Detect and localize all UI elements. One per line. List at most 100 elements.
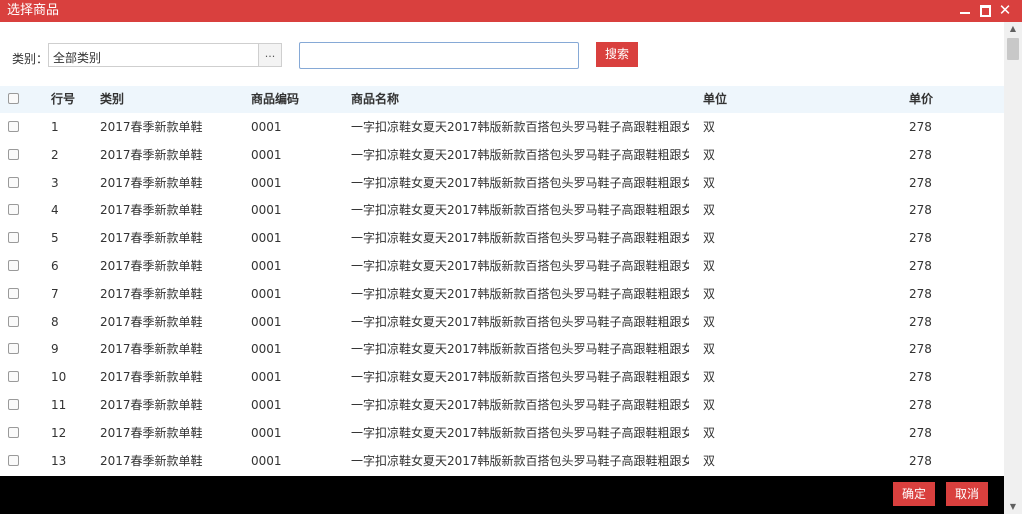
maximize-icon[interactable] bbox=[978, 3, 992, 17]
unit-cell: 双 bbox=[703, 314, 716, 329]
unit-price-cell: 278 bbox=[909, 259, 932, 273]
row-checkbox[interactable] bbox=[8, 425, 19, 438]
table-row[interactable]: 7 2017春季新款单鞋 0001 一字扣凉鞋女夏天2017韩版新款百搭包头罗马鞋子高… bbox=[0, 280, 1004, 308]
product-name-cell: 一字扣凉鞋女夏天2017韩版新款百搭包头罗马鞋子高跟鞋粗跟女鞋 3 bbox=[351, 425, 689, 440]
dialog-title: 选择商品 bbox=[7, 3, 60, 18]
row-checkbox[interactable] bbox=[8, 453, 19, 466]
unit-price-cell: 278 bbox=[909, 203, 932, 218]
column-header-category: 类别 bbox=[100, 92, 125, 106]
category-cell: 2017春季新款单鞋 bbox=[100, 231, 203, 246]
row-checkbox[interactable] bbox=[8, 202, 19, 216]
checkbox-icon bbox=[8, 232, 19, 244]
product-code-cell: 0001 bbox=[251, 398, 282, 412]
category-cell: 2017春季新款单鞋 bbox=[100, 398, 203, 412]
category-cell: 2017春季新款单鞋 bbox=[100, 286, 203, 301]
product-code-cell: 0001 bbox=[251, 370, 282, 385]
product-name-cell: 一字扣凉鞋女夏天2017韩版新款百搭包头罗马鞋子高跟鞋粗跟女鞋 3 bbox=[351, 175, 689, 190]
table-row[interactable]: 4 2017春季新款单鞋 0001 一字扣凉鞋女夏天2017韩版新款百搭包头罗马鞋子高… bbox=[0, 196, 1004, 224]
table-row[interactable]: 10 2017春季新款单鞋 0001 一字扣凉鞋女夏天2017韩版新款百搭包头罗马鞋子… bbox=[0, 363, 1004, 391]
search-input[interactable] bbox=[299, 42, 579, 69]
minimize-icon[interactable] bbox=[958, 3, 972, 17]
product-name-cell: 一字扣凉鞋女夏天2017韩版新款百搭包头罗马鞋子高跟鞋粗跟女鞋 3 bbox=[351, 342, 689, 357]
scrollbar-thumb[interactable] bbox=[1007, 38, 1019, 60]
unit-cell: 双 bbox=[703, 147, 716, 162]
product-code-cell: 0001 bbox=[251, 425, 282, 440]
row-checkbox[interactable] bbox=[8, 341, 19, 355]
category-select[interactable]: 全部类别 ... bbox=[48, 43, 282, 67]
scroll-up-arrow-icon[interactable]: ▲ bbox=[1004, 22, 1022, 36]
row-checkbox[interactable] bbox=[8, 314, 19, 327]
table-row[interactable]: 3 2017春季新款单鞋 0001 一字扣凉鞋女夏天2017韩版新款百搭包头罗马鞋子高… bbox=[0, 169, 1004, 197]
row-number-cell: 9 bbox=[51, 342, 59, 357]
category-cell: 2017春季新款单鞋 bbox=[100, 147, 203, 162]
product-name-cell: 一字扣凉鞋女夏天2017韩版新款百搭包头罗马鞋子高跟鞋粗跟女鞋 3 bbox=[351, 147, 689, 162]
unit-cell: 双 bbox=[703, 342, 716, 357]
column-header-product-code: 商品编码 bbox=[251, 92, 300, 106]
category-picker-button[interactable]: ... bbox=[258, 44, 281, 66]
table-row[interactable]: 1 2017春季新款单鞋 0001 一字扣凉鞋女夏天2017韩版新款百搭包头罗马鞋子高… bbox=[0, 113, 1004, 141]
row-checkbox[interactable] bbox=[8, 369, 19, 383]
column-header-unit-price: 单价 bbox=[909, 92, 934, 106]
unit-price-cell: 278 bbox=[909, 147, 932, 162]
close-icon[interactable]: ✕ bbox=[998, 3, 1012, 18]
row-checkbox[interactable] bbox=[8, 258, 19, 271]
product-code-cell: 0001 bbox=[251, 286, 282, 301]
row-number-cell: 13 bbox=[51, 453, 67, 468]
checkbox-icon bbox=[8, 399, 19, 410]
row-number-cell: 7 bbox=[51, 286, 59, 301]
table-header: 行号 类别 商品编码 商品名称 单位 单价 bbox=[0, 86, 1004, 113]
cancel-button[interactable]: 取消 bbox=[946, 482, 988, 506]
checkbox-icon bbox=[8, 371, 19, 383]
row-checkbox[interactable] bbox=[8, 286, 19, 299]
category-cell: 2017春季新款单鞋 bbox=[100, 203, 203, 218]
row-number-cell: 6 bbox=[51, 259, 59, 273]
row-checkbox[interactable] bbox=[8, 397, 19, 410]
row-number-cell: 8 bbox=[51, 314, 59, 329]
product-name-cell: 一字扣凉鞋女夏天2017韩版新款百搭包头罗马鞋子高跟鞋粗跟女鞋 3 bbox=[351, 120, 689, 134]
row-number-cell: 12 bbox=[51, 425, 67, 440]
row-checkbox[interactable] bbox=[8, 230, 19, 244]
table-row[interactable]: 13 2017春季新款单鞋 0001 一字扣凉鞋女夏天2017韩版新款百搭包头罗马鞋子… bbox=[0, 447, 1004, 475]
category-cell: 2017春季新款单鞋 bbox=[100, 314, 203, 329]
dialog-content: 类别： 全部类别 ... 搜索 行号 类别 商品编码 商品名称 单位 单价 12… bbox=[0, 22, 1004, 476]
unit-price-cell: 278 bbox=[909, 425, 932, 440]
category-cell: 2017春季新款单鞋 bbox=[100, 342, 203, 357]
checkbox-icon bbox=[8, 121, 19, 132]
scroll-down-arrow-icon[interactable]: ▼ bbox=[1004, 500, 1022, 514]
product-name-cell: 一字扣凉鞋女夏天2017韩版新款百搭包头罗马鞋子高跟鞋粗跟女鞋 3 bbox=[351, 314, 689, 329]
product-name-cell: 一字扣凉鞋女夏天2017韩版新款百搭包头罗马鞋子高跟鞋粗跟女鞋 3 bbox=[351, 370, 689, 385]
table-row[interactable]: 11 2017春季新款单鞋 0001 一字扣凉鞋女夏天2017韩版新款百搭包头罗马鞋子… bbox=[0, 391, 1004, 419]
column-header-row-number: 行号 bbox=[51, 92, 76, 106]
row-checkbox[interactable] bbox=[8, 147, 19, 160]
select-all-checkbox[interactable] bbox=[8, 91, 19, 104]
product-code-cell: 0001 bbox=[251, 147, 282, 162]
row-number-cell: 11 bbox=[51, 398, 67, 412]
unit-cell: 双 bbox=[703, 425, 716, 440]
search-button[interactable]: 搜索 bbox=[596, 42, 638, 67]
product-code-cell: 0001 bbox=[251, 231, 282, 246]
table-row[interactable]: 6 2017春季新款单鞋 0001 一字扣凉鞋女夏天2017韩版新款百搭包头罗马鞋子高… bbox=[0, 252, 1004, 280]
row-checkbox[interactable] bbox=[8, 175, 19, 188]
product-name-cell: 一字扣凉鞋女夏天2017韩版新款百搭包头罗马鞋子高跟鞋粗跟女鞋 3 bbox=[351, 231, 689, 246]
confirm-button[interactable]: 确定 bbox=[893, 482, 935, 506]
checkbox-icon bbox=[8, 315, 19, 327]
vertical-scrollbar[interactable]: ▲ ▼ bbox=[1004, 22, 1022, 514]
row-checkbox[interactable] bbox=[8, 119, 19, 132]
table-row[interactable]: 12 2017春季新款单鞋 0001 一字扣凉鞋女夏天2017韩版新款百搭包头罗马鞋子… bbox=[0, 419, 1004, 447]
row-number-cell: 2 bbox=[51, 147, 59, 162]
unit-price-cell: 278 bbox=[909, 286, 932, 301]
unit-cell: 双 bbox=[703, 120, 716, 134]
table-row[interactable]: 2 2017春季新款单鞋 0001 一字扣凉鞋女夏天2017韩版新款百搭包头罗马鞋子高… bbox=[0, 141, 1004, 169]
product-name-cell: 一字扣凉鞋女夏天2017韩版新款百搭包头罗马鞋子高跟鞋粗跟女鞋 3 bbox=[351, 203, 689, 218]
category-label: 类别： bbox=[12, 52, 49, 66]
table-row[interactable]: 8 2017春季新款单鞋 0001 一字扣凉鞋女夏天2017韩版新款百搭包头罗马鞋子高… bbox=[0, 308, 1004, 336]
unit-price-cell: 278 bbox=[909, 398, 932, 412]
category-cell: 2017春季新款单鞋 bbox=[100, 425, 203, 440]
category-cell: 2017春季新款单鞋 bbox=[100, 370, 203, 385]
unit-cell: 双 bbox=[703, 370, 716, 385]
product-name-cell: 一字扣凉鞋女夏天2017韩版新款百搭包头罗马鞋子高跟鞋粗跟女鞋 3 bbox=[351, 259, 689, 273]
unit-cell: 双 bbox=[703, 175, 716, 190]
row-number-cell: 4 bbox=[51, 203, 59, 218]
table-row[interactable]: 9 2017春季新款单鞋 0001 一字扣凉鞋女夏天2017韩版新款百搭包头罗马鞋子高… bbox=[0, 335, 1004, 363]
table-row[interactable]: 5 2017春季新款单鞋 0001 一字扣凉鞋女夏天2017韩版新款百搭包头罗马鞋子高… bbox=[0, 224, 1004, 252]
